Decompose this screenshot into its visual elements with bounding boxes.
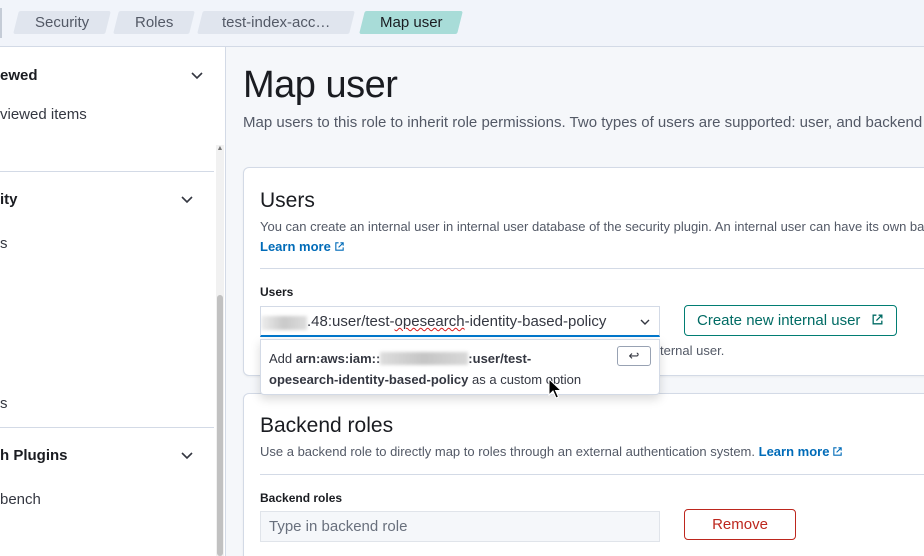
nav-section-plugins[interactable]: h Plugins <box>0 447 68 464</box>
sidebar-scrollbar-thumb[interactable] <box>217 295 223 556</box>
users-field-label: Users <box>260 285 294 299</box>
create-internal-user-button[interactable]: Create new internal user <box>684 305 897 336</box>
external-link-icon <box>335 242 344 251</box>
nav-recent-empty: viewed items <box>0 106 87 123</box>
users-learn-more-link[interactable]: Learn more <box>260 239 345 254</box>
redacted-account-id <box>380 352 469 365</box>
page-title: Map user <box>243 64 398 106</box>
users-combobox-value[interactable]: .48:user/test-opesearch-identity-based-p… <box>307 313 606 330</box>
external-link-icon <box>833 447 843 456</box>
remove-backend-role-button[interactable]: Remove <box>684 509 796 540</box>
mouse-pointer-icon <box>548 378 562 399</box>
users-divider <box>260 268 924 269</box>
backend-roles-help: Use a backend role to directly map to ro… <box>260 444 843 459</box>
nav-item-workbench[interactable]: bench <box>0 491 41 508</box>
page-description: Map users to this role to inherit role p… <box>243 114 924 131</box>
header-bar: Security Roles test-index-acc… Map user <box>0 0 924 47</box>
chevron-down-icon[interactable] <box>639 316 651 328</box>
backend-roles-field-label: Backend roles <box>260 491 343 505</box>
nav-item[interactable]: s <box>0 235 8 252</box>
chevron-down-icon[interactable] <box>180 192 194 206</box>
breadcrumb-role-name[interactable]: test-index-acc… <box>197 11 355 34</box>
users-panel-title: Users <box>260 189 315 212</box>
side-navigation: ewed viewed items ity s s h Plugins benc… <box>0 47 226 556</box>
nav-divider <box>0 427 214 428</box>
nav-item[interactable]: s <box>0 395 8 412</box>
chevron-down-icon[interactable] <box>180 448 194 462</box>
create-user-help-text: ternal user. <box>660 343 725 358</box>
nav-section-security[interactable]: ity <box>0 191 18 208</box>
users-help-text: You can create an internal user in inter… <box>260 219 924 234</box>
header-divider <box>0 8 2 38</box>
nav-divider <box>0 171 214 172</box>
backend-learn-more-link[interactable]: Learn more <box>759 444 830 459</box>
nav-section-recently-viewed[interactable]: ewed <box>0 67 38 84</box>
backend-roles-title: Backend roles <box>260 414 394 437</box>
enter-key-hint-icon: ↩ <box>617 346 651 366</box>
users-combobox[interactable]: .48:user/test-opesearch-identity-based-p… <box>260 306 660 337</box>
breadcrumb-map-user: Map user <box>359 11 463 34</box>
breadcrumb-security[interactable]: Security <box>13 11 111 34</box>
backend-role-input[interactable]: Type in backend role <box>260 511 660 542</box>
external-link-icon <box>872 314 883 325</box>
chevron-down-icon[interactable] <box>190 68 204 82</box>
redacted-account-id <box>261 316 307 330</box>
backend-divider <box>260 474 924 475</box>
breadcrumb-roles[interactable]: Roles <box>113 11 195 34</box>
scroll-up-arrow-icon[interactable]: ▲ <box>216 145 224 153</box>
users-suggestion-dropdown: Add arn:aws:iam:::user/test-opesearch-id… <box>260 339 660 395</box>
